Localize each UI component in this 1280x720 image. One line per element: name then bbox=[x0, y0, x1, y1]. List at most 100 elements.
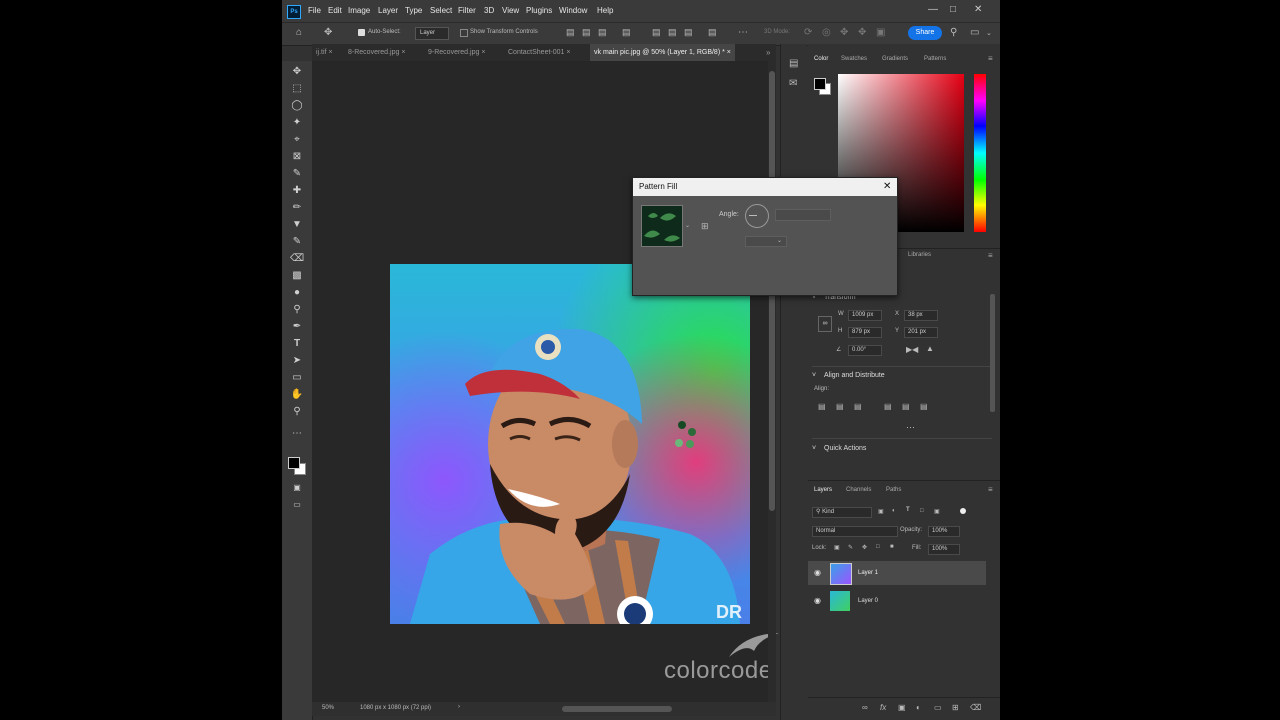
more-options-icon[interactable]: ⋯ bbox=[738, 27, 748, 38]
auto-select-checkbox[interactable] bbox=[358, 29, 365, 36]
lock-image-icon[interactable]: ✎ bbox=[848, 544, 853, 551]
link-icon[interactable]: ∞ bbox=[818, 316, 832, 332]
opacity-field[interactable]: 100% bbox=[928, 526, 960, 537]
filter-type-icon[interactable]: T bbox=[906, 507, 910, 513]
filter-adjustment-icon[interactable]: ◐ bbox=[892, 508, 896, 514]
tab-gradients[interactable]: Gradients bbox=[882, 56, 908, 62]
screen-mode-icon[interactable]: ▭ bbox=[290, 498, 304, 512]
hand-tool-icon[interactable]: ✋ bbox=[290, 388, 304, 402]
workspace-icon[interactable]: ▭ bbox=[970, 27, 979, 38]
menu-file[interactable]: File bbox=[308, 6, 321, 15]
foreground-color-swatch[interactable] bbox=[288, 457, 300, 469]
dialog-close-icon[interactable]: ✕ bbox=[883, 178, 891, 196]
3d-rotate-icon[interactable]: ⟳ bbox=[804, 27, 812, 38]
menu-layer[interactable]: Layer bbox=[378, 6, 398, 15]
maximize-icon[interactable]: □ bbox=[950, 4, 956, 15]
lock-transparent-icon[interactable]: ▣ bbox=[834, 544, 840, 551]
quick-select-tool-icon[interactable]: ✦ bbox=[290, 116, 304, 130]
status-chevron-icon[interactable]: › bbox=[458, 704, 460, 710]
gradient-tool-icon[interactable]: ▩ bbox=[290, 269, 304, 283]
document-image[interactable]: DR bbox=[390, 264, 750, 624]
eye-icon[interactable]: ◉ bbox=[814, 596, 821, 605]
filter-smart-object-icon[interactable]: ▣ bbox=[934, 508, 940, 515]
tab-layers[interactable]: Layers bbox=[814, 487, 832, 493]
tabs-overflow-icon[interactable]: » bbox=[762, 44, 774, 61]
crop-tool-icon[interactable]: ⌖ bbox=[290, 133, 304, 147]
close-window-icon[interactable]: ✕ bbox=[974, 4, 982, 15]
layer-name[interactable]: Layer 0 bbox=[858, 598, 878, 604]
frame-tool-icon[interactable]: ⊠ bbox=[290, 150, 304, 164]
scale-dropdown-chevron-icon[interactable]: ⌄ bbox=[777, 237, 782, 244]
quick-mask-icon[interactable]: ▣ bbox=[290, 481, 304, 495]
height-field[interactable]: 879 px bbox=[848, 327, 882, 338]
menu-filter[interactable]: Filter bbox=[458, 6, 476, 15]
align-right-edges-icon[interactable]: ▤ bbox=[854, 402, 862, 411]
align-right-icon[interactable]: ▤ bbox=[598, 27, 607, 38]
blend-mode-dropdown[interactable]: Normal bbox=[812, 526, 898, 537]
menu-image[interactable]: Image bbox=[348, 6, 370, 15]
tab-8-recovered[interactable]: 8-Recovered.jpg × bbox=[344, 44, 409, 61]
align-top-edges-icon[interactable]: ▤ bbox=[884, 402, 892, 411]
distribute-icon[interactable]: ▤ bbox=[622, 27, 631, 38]
history-panel-icon[interactable]: ▤ bbox=[789, 58, 798, 69]
3d-scale-icon[interactable]: ▣ bbox=[876, 27, 885, 38]
minimize-icon[interactable]: — bbox=[928, 4, 938, 15]
healing-brush-tool-icon[interactable]: ✚ bbox=[290, 184, 304, 198]
home-icon[interactable]: ⌂ bbox=[296, 27, 302, 38]
panel-menu-icon[interactable]: ≡ bbox=[988, 251, 993, 260]
show-transform-checkbox[interactable] bbox=[460, 29, 468, 37]
canvas-vertical-scrollbar[interactable] bbox=[768, 61, 776, 702]
eraser-tool-icon[interactable]: ⌫ bbox=[290, 252, 304, 266]
menu-type[interactable]: Type bbox=[405, 6, 422, 15]
width-field[interactable]: 1009 px bbox=[848, 310, 882, 321]
tab-channels[interactable]: Channels bbox=[846, 487, 871, 493]
align-horizontal-centers-icon[interactable]: ▤ bbox=[836, 402, 844, 411]
panel-menu-icon[interactable]: ≡ bbox=[988, 54, 993, 63]
tab-swatches[interactable]: Swatches bbox=[841, 56, 867, 62]
layer-row-layer-0[interactable]: ◉ Layer 0 bbox=[808, 589, 986, 613]
3d-roll-icon[interactable]: ◎ bbox=[822, 27, 831, 38]
zoom-level[interactable]: 50% bbox=[322, 705, 334, 711]
dialog-title-bar[interactable]: Pattern Fill ✕ bbox=[633, 178, 897, 196]
eye-icon[interactable]: ◉ bbox=[814, 568, 821, 577]
menu-plugins[interactable]: Plugins bbox=[526, 6, 552, 15]
align-bottom-edges-icon[interactable]: ▤ bbox=[920, 402, 928, 411]
distribute-vertical-icon[interactable]: ▤ bbox=[708, 27, 717, 38]
fill-field[interactable]: 100% bbox=[928, 544, 960, 555]
new-group-icon[interactable]: ▭ bbox=[934, 703, 942, 712]
type-tool-icon[interactable]: T bbox=[290, 337, 304, 351]
history-brush-tool-icon[interactable]: ✎ bbox=[290, 235, 304, 249]
move-tool-icon[interactable]: ✥ bbox=[290, 65, 304, 79]
hue-slider[interactable] bbox=[974, 74, 986, 232]
link-layers-icon[interactable]: ∞ bbox=[862, 703, 868, 712]
filter-pixel-icon[interactable]: ▣ bbox=[878, 508, 884, 515]
flip-vertical-icon[interactable]: ▲ bbox=[926, 344, 934, 353]
adjustment-layer-icon[interactable]: ◐ bbox=[916, 703, 921, 712]
align-bottom-icon[interactable]: ▤ bbox=[684, 27, 693, 38]
chevron-down-icon[interactable]: ˅ bbox=[812, 445, 816, 452]
angle-dial[interactable] bbox=[745, 204, 769, 228]
align-top-icon[interactable]: ▤ bbox=[652, 27, 661, 38]
menu-window[interactable]: Window bbox=[559, 6, 587, 15]
comments-panel-icon[interactable]: ✉ bbox=[789, 78, 797, 89]
workspace-chevron-icon[interactable]: ⌄ bbox=[986, 29, 992, 37]
align-middle-icon[interactable]: ▤ bbox=[668, 27, 677, 38]
move-tool-icon[interactable]: ✥ bbox=[324, 27, 332, 38]
align-left-edges-icon[interactable]: ▤ bbox=[818, 402, 826, 411]
pattern-swatch[interactable] bbox=[641, 205, 683, 247]
tab-vk-main-pic[interactable]: vk main pic.jpg @ 50% (Layer 1, RGB/8) *… bbox=[590, 44, 735, 61]
more-align-options-icon[interactable]: ⋯ bbox=[906, 422, 915, 433]
3d-pan-icon[interactable]: ✥ bbox=[840, 27, 848, 38]
tab-contactsheet[interactable]: ContactSheet-001 × bbox=[504, 44, 574, 61]
zoom-tool-icon[interactable]: ⚲ bbox=[290, 405, 304, 419]
properties-scrollbar[interactable] bbox=[990, 294, 995, 412]
align-center-icon[interactable]: ▤ bbox=[582, 27, 591, 38]
dodge-tool-icon[interactable]: ⚲ bbox=[290, 303, 304, 317]
lock-artboard-icon[interactable]: □ bbox=[876, 544, 880, 550]
delete-layer-icon[interactable]: ⌫ bbox=[970, 703, 981, 712]
canvas-area[interactable]: DR colorcode TM bbox=[312, 61, 795, 702]
path-selection-tool-icon[interactable]: ➤ bbox=[290, 354, 304, 368]
chevron-down-icon[interactable]: ˅ bbox=[812, 372, 816, 379]
tab-ij-tif[interactable]: ij.tif × bbox=[312, 44, 337, 61]
lasso-tool-icon[interactable]: ◯ bbox=[290, 99, 304, 113]
